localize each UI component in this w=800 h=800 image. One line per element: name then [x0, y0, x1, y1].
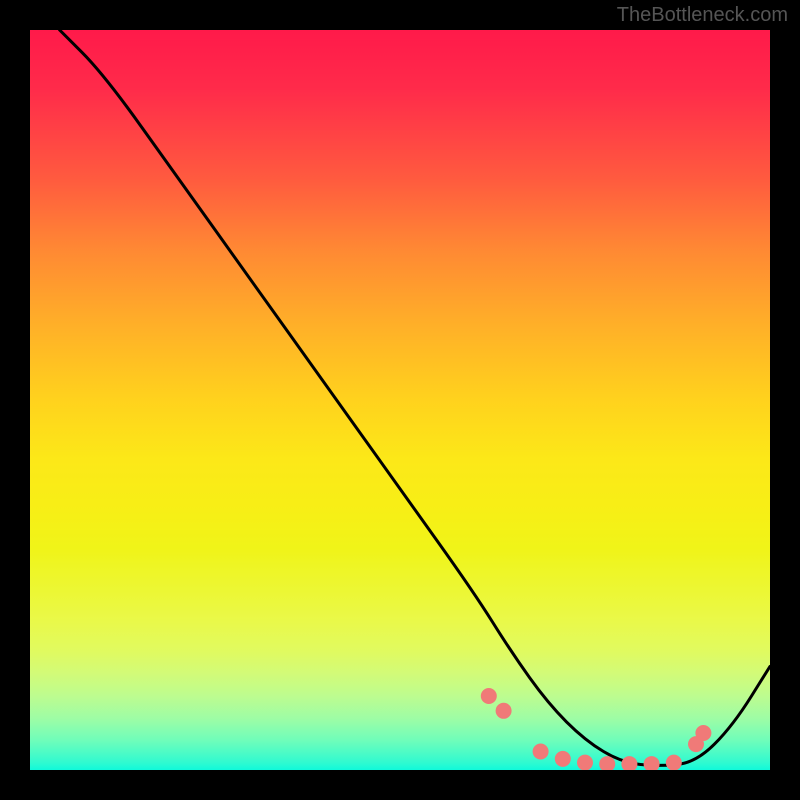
chart-marker-dot: [644, 756, 660, 770]
watermark-text: TheBottleneck.com: [617, 4, 788, 27]
chart-marker-dot: [599, 756, 615, 770]
chart-marker-dot: [621, 756, 637, 770]
chart-marker-dot: [533, 744, 549, 760]
chart-line: [60, 30, 770, 765]
chart-marker-dot: [666, 755, 682, 770]
chart-marker-dot: [555, 751, 571, 767]
chart-svg: [30, 30, 770, 770]
chart-plot-area: [30, 30, 770, 770]
chart-marker-dot: [481, 688, 497, 704]
chart-marker-dot: [695, 725, 711, 741]
chart-marker-dot: [577, 755, 593, 770]
chart-marker-dot: [496, 703, 512, 719]
chart-markers: [481, 688, 712, 770]
